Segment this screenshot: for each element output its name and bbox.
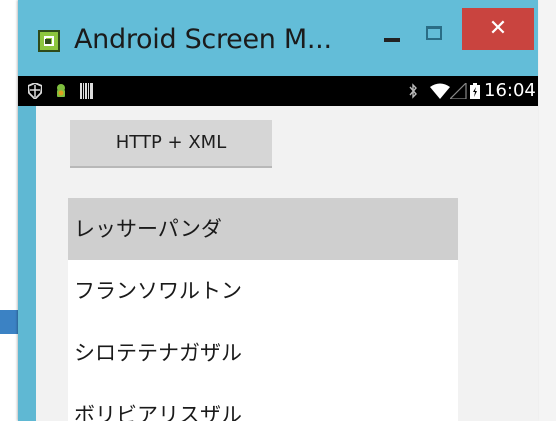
list-item[interactable]: フランソワルトン bbox=[68, 260, 458, 322]
list-item[interactable]: レッサーパンダ bbox=[68, 198, 458, 260]
battery-icon bbox=[470, 83, 480, 99]
list-item[interactable]: シロテテナガザル bbox=[68, 322, 458, 384]
bluetooth-icon bbox=[409, 83, 417, 99]
close-icon: ✕ bbox=[488, 16, 508, 41]
window-title: Android Screen M... bbox=[74, 24, 332, 55]
title-bar[interactable]: Android Screen M... ✕ bbox=[18, 0, 538, 76]
signal-icon bbox=[450, 83, 467, 99]
status-time: 16:04 bbox=[484, 80, 536, 101]
minimize-button[interactable] bbox=[374, 20, 410, 56]
wifi-icon bbox=[430, 83, 450, 99]
maximize-icon bbox=[426, 26, 442, 40]
animal-list[interactable]: レッサーパンダ フランソワルトン シロテテナガザル ボリビアリスザル bbox=[68, 198, 458, 421]
close-button[interactable]: ✕ bbox=[462, 8, 534, 50]
shield-icon bbox=[28, 83, 42, 99]
barcode-icon bbox=[80, 83, 93, 99]
http-xml-button[interactable]: HTTP + XML bbox=[70, 120, 272, 168]
android-icon bbox=[57, 84, 65, 97]
background-strip bbox=[538, 0, 556, 421]
minimize-icon bbox=[384, 38, 400, 42]
list-item[interactable]: ボリビアリスザル bbox=[68, 384, 458, 421]
app-icon bbox=[38, 30, 60, 52]
android-status-bar: 16:04 bbox=[18, 76, 538, 106]
app-content: HTTP + XML レッサーパンダ フランソワルトン シロテテナガザル ボリビ… bbox=[36, 106, 538, 421]
maximize-button[interactable] bbox=[416, 18, 452, 54]
